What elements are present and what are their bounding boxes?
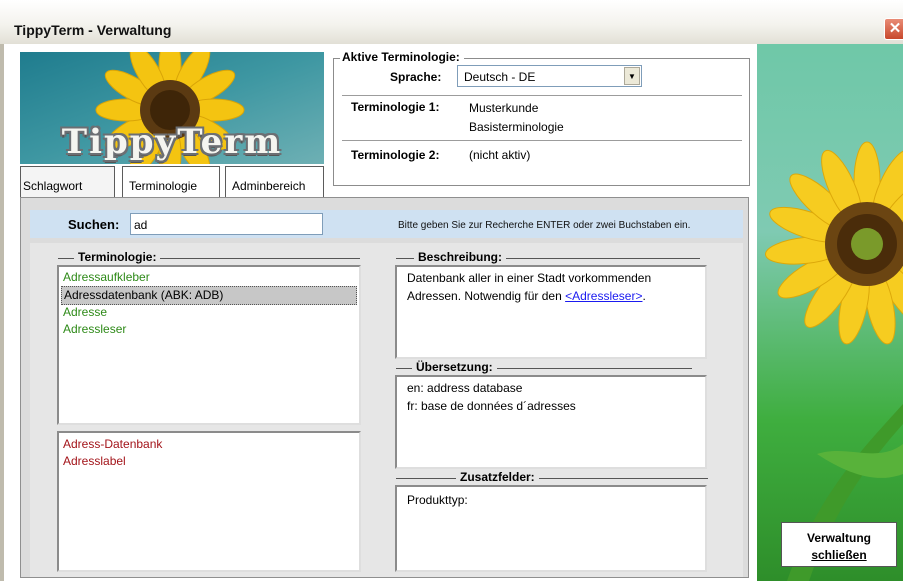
terminology1-base: Basisterminologie <box>469 120 564 134</box>
tab-terminologie[interactable]: Terminologie <box>122 166 220 197</box>
divider <box>342 140 742 141</box>
additional-fields-group-title: Zusatzfelder: <box>456 470 539 484</box>
logo: TippyTerm <box>20 52 324 164</box>
list-item-selected[interactable]: Adressdatenbank (ABK: ADB) <box>61 286 357 305</box>
description-line: Adressen. Notwendig für den <Adressleser… <box>407 287 646 305</box>
description-line: Datenbank aller in einer Stadt vorkommen… <box>407 271 652 285</box>
logo-text: TippyTerm <box>61 122 283 162</box>
synonym-list[interactable]: Adress-Datenbank Adresslabel <box>57 431 361 572</box>
description-text: Adressen. Notwendig für den <box>407 289 562 303</box>
translation-group-title: Übersetzung: <box>412 360 497 374</box>
group-line <box>396 478 708 479</box>
search-hint: Bitte geben Sie zur Recherche ENTER oder… <box>398 220 691 231</box>
tab-adminbereich[interactable]: Adminbereich <box>225 166 324 197</box>
list-item[interactable]: Adressleser <box>61 321 126 338</box>
terminology2-value: (nicht aktiv) <box>469 148 531 162</box>
additional-fields-box: Produkttyp: <box>395 485 707 572</box>
description-box: Datenbank aller in einer Stadt vorkommen… <box>395 265 707 359</box>
translation-line: fr: base de données d´adresses <box>407 399 576 413</box>
description-group-title: Beschreibung: <box>414 250 507 264</box>
close-button-line2: schließen <box>811 548 867 562</box>
list-item[interactable]: Adressaufkleber <box>61 269 150 286</box>
additional-field-line: Produkttyp: <box>407 493 468 507</box>
adressleser-link[interactable]: <Adressleser> <box>565 289 642 303</box>
list-item[interactable]: Adresse <box>61 304 107 321</box>
description-text-end: . <box>642 289 646 303</box>
close-button-line1: Verwaltung <box>806 531 871 545</box>
divider <box>342 95 742 96</box>
list-item[interactable]: Adress-Datenbank <box>61 436 162 453</box>
language-value: Deutsch - DE <box>464 70 536 84</box>
translation-box: en: address database fr: base de données… <box>395 375 707 469</box>
terminology2-label: Terminologie 2: <box>351 148 440 162</box>
search-label: Suchen: <box>68 217 120 232</box>
terminology1-label: Terminologie 1: <box>351 100 440 114</box>
terminology1-customer: Musterkunde <box>469 101 539 115</box>
tab-schlagwort[interactable]: Schlagwort <box>20 166 115 197</box>
sunflower-image <box>757 44 903 581</box>
close-icon[interactable]: ✕ <box>884 18 903 40</box>
terminology-list[interactable]: Adressaufkleber Adressdatenbank (ABK: AD… <box>57 265 361 425</box>
active-terminology-legend: Aktive Terminologie: <box>340 50 464 64</box>
terminology-group-title: Terminologie: <box>74 250 161 264</box>
language-label: Sprache: <box>390 70 442 84</box>
language-select[interactable]: Deutsch - DE ▼ <box>457 65 642 87</box>
search-input[interactable]: ad <box>130 213 323 235</box>
list-item[interactable]: Adresslabel <box>61 453 126 470</box>
translation-line: en: address database <box>407 381 523 395</box>
chevron-down-icon[interactable]: ▼ <box>624 67 640 85</box>
close-administration-button[interactable]: Verwaltung schließen <box>781 522 897 567</box>
window-title: TippyTerm - Verwaltung <box>14 22 172 38</box>
